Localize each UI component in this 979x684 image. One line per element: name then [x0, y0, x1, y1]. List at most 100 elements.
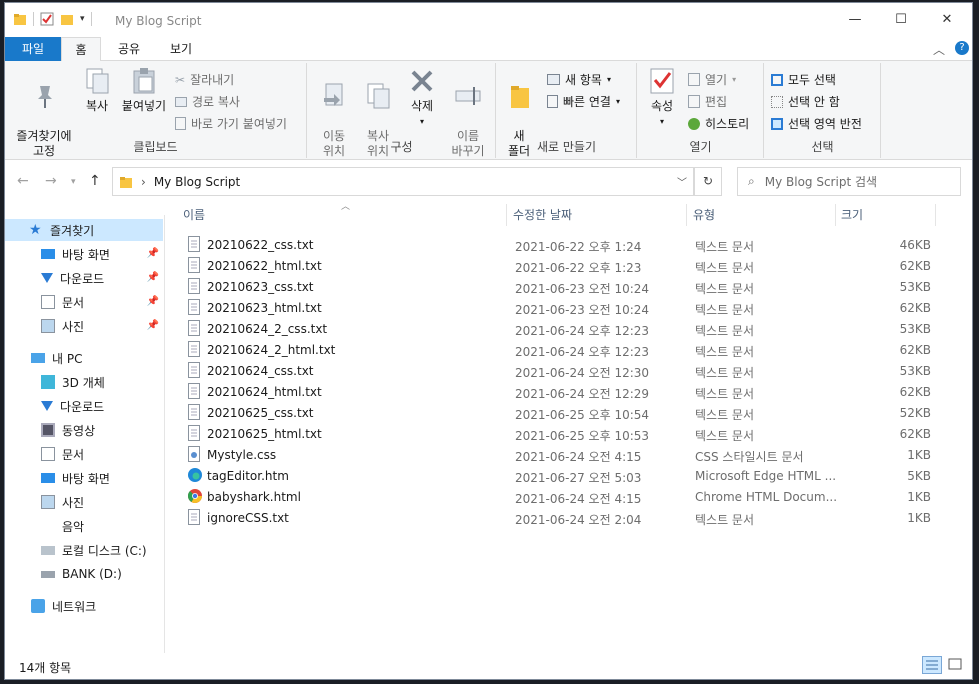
nav-item[interactable]: 다운로드: [5, 395, 163, 417]
edit-button[interactable]: 편집: [688, 93, 727, 110]
file-row[interactable]: 20210624_2_html.txt 2021-06-24 오후 12:23 텍스…: [181, 340, 941, 361]
up-button[interactable]: ↑: [89, 173, 101, 189]
paste-label: 붙여넣기: [121, 99, 167, 113]
nav-item[interactable]: 동영상: [5, 419, 163, 441]
nav-quick-access[interactable]: ★ 즐겨찾기: [5, 219, 163, 241]
new-folder-quick-icon[interactable]: [60, 12, 74, 26]
nav-label: 3D 개체: [62, 375, 105, 390]
column-divider[interactable]: [835, 204, 836, 226]
file-date: 2021-06-23 오전 10:24: [515, 303, 650, 317]
history-button[interactable]: 히스토리: [688, 115, 749, 132]
copy-path-icon: [175, 96, 187, 107]
easy-access-button[interactable]: 빠른 연결 ▾: [547, 93, 620, 110]
details-view-button[interactable]: [922, 656, 942, 674]
file-row[interactable]: 20210623_css.txt 2021-06-23 오전 10:24 텍스트 문…: [181, 277, 941, 298]
forward-button[interactable]: →: [45, 173, 57, 189]
file-date: 2021-06-25 오후 10:53: [515, 429, 650, 443]
new-item-button[interactable]: 새 항목 ▾: [547, 71, 611, 88]
file-row[interactable]: babyshark.html 2021-06-24 오전 4:15 Chrome H…: [181, 487, 941, 508]
nav-item[interactable]: 사진 📌: [5, 315, 163, 337]
move-to-icon: [324, 83, 343, 106]
file-row[interactable]: 20210624_html.txt 2021-06-24 오전 12:29 텍스트 …: [181, 382, 941, 403]
file-date: 2021-06-24 오전 4:15: [515, 450, 642, 464]
recent-locations-button[interactable]: ▾: [71, 177, 76, 187]
properties-quick-icon[interactable]: [40, 12, 54, 26]
file-size: 1KB: [907, 448, 931, 462]
nav-item[interactable]: 바탕 화면: [5, 467, 163, 489]
nav-item[interactable]: 3D 개체: [5, 371, 163, 393]
tab-home[interactable]: 홈: [61, 37, 101, 62]
invert-selection-button[interactable]: 선택 영역 반전: [771, 115, 862, 132]
file-row[interactable]: 20210624_css.txt 2021-06-24 오전 12:30 텍스트 문…: [181, 361, 941, 382]
address-dropdown-icon[interactable]: ﹀: [677, 174, 687, 189]
breadcrumb-path[interactable]: My Blog Script: [154, 175, 240, 189]
divider: [90, 12, 92, 26]
open-icon: [688, 73, 700, 86]
back-button[interactable]: ←: [17, 173, 29, 189]
copy-button[interactable]: 복사: [79, 67, 115, 114]
cut-button[interactable]: ✂ 잘라내기: [175, 71, 234, 88]
copy-path-button[interactable]: 경로 복사: [175, 93, 240, 110]
txt-file-icon: [187, 383, 201, 399]
file-name: 20210624_css.txt: [207, 364, 314, 378]
close-button[interactable]: ✕: [924, 3, 970, 37]
collapse-ribbon-icon[interactable]: ︿: [933, 41, 945, 58]
nav-item[interactable]: 문서: [5, 443, 163, 465]
nav-item[interactable]: 음악: [5, 515, 163, 537]
file-row[interactable]: ignoreCSS.txt 2021-06-24 오전 2:04 텍스트 문서 1KB: [181, 508, 941, 529]
tab-view[interactable]: 보기: [157, 37, 205, 61]
file-row[interactable]: 20210624_2_css.txt 2021-06-24 오후 12:23 텍스트…: [181, 319, 941, 340]
file-row[interactable]: Mystyle.css 2021-06-24 오전 4:15 CSS 스타일시트 문…: [181, 445, 941, 466]
column-divider[interactable]: [686, 204, 687, 226]
pin-icon: [38, 86, 52, 108]
select-group-label: 선택: [811, 140, 834, 154]
file-row[interactable]: 20210623_html.txt 2021-06-23 오전 10:24 텍스트 …: [181, 298, 941, 319]
large-icons-view-button[interactable]: [946, 656, 966, 674]
column-header-size[interactable]: 크기: [841, 201, 931, 229]
nav-item[interactable]: 다운로드 📌: [5, 267, 163, 289]
refresh-button[interactable]: ↻: [694, 167, 722, 196]
nav-item[interactable]: 바탕 화면 📌: [5, 243, 163, 265]
edge-file-icon: [187, 467, 202, 483]
address-box[interactable]: › My Blog Script ﹀: [112, 167, 694, 196]
column-header-name[interactable]: 이름: [183, 201, 503, 229]
delete-button[interactable]: 삭제 ▾: [404, 67, 440, 129]
search-box[interactable]: ⌕ My Blog Script 검색: [737, 167, 961, 196]
column-divider[interactable]: [506, 204, 507, 226]
minimize-button[interactable]: —: [832, 3, 878, 37]
tab-share[interactable]: 공유: [105, 37, 153, 61]
column-divider[interactable]: [935, 204, 936, 226]
file-row[interactable]: tagEditor.htm 2021-06-27 오전 5:03 Microsoft…: [181, 466, 941, 487]
ribbon: 즐겨찾기에 고정 복사 붙여넣기 ✂ 잘라내기 경로 복사 바로 가기 붙여넣기 …: [5, 61, 972, 160]
column-header-date[interactable]: 수정한 날짜: [513, 201, 683, 229]
new-item-label: 새 항목: [565, 73, 602, 87]
paste-shortcut-button[interactable]: 바로 가기 붙여넣기: [175, 115, 287, 132]
file-name: 20210623_css.txt: [207, 280, 314, 294]
nav-item[interactable]: 로컬 디스크 (C:): [5, 539, 163, 561]
select-all-button[interactable]: 모두 선택: [771, 71, 836, 88]
nav-network[interactable]: 네트워크: [5, 595, 163, 617]
open-button[interactable]: 열기 ▾: [688, 71, 736, 88]
maximize-button[interactable]: ☐: [878, 3, 924, 37]
nav-item[interactable]: 문서 📌: [5, 291, 163, 313]
txt-file-icon: [187, 362, 201, 378]
help-icon[interactable]: ?: [955, 41, 969, 55]
nav-item[interactable]: 사진: [5, 491, 163, 513]
customize-toolbar-icon[interactable]: ▾: [80, 14, 85, 24]
nav-item[interactable]: BANK (D:): [5, 563, 163, 585]
file-type: 텍스트 문서: [695, 429, 755, 443]
file-row[interactable]: 20210622_css.txt 2021-06-22 오후 1:24 텍스트 문서…: [181, 235, 941, 256]
paste-button[interactable]: 붙여넣기: [117, 67, 171, 114]
new-folder-icon: [511, 86, 529, 108]
paste-shortcut-label: 바로 가기 붙여넣기: [191, 117, 287, 131]
copy-icon: [86, 68, 109, 94]
file-row[interactable]: 20210625_html.txt 2021-06-25 오후 10:53 텍스트 …: [181, 424, 941, 445]
select-none-button[interactable]: 선택 안 함: [771, 93, 840, 110]
file-row[interactable]: 20210625_css.txt 2021-06-25 오후 10:54 텍스트 문…: [181, 403, 941, 424]
column-header-type[interactable]: 유형: [693, 201, 833, 229]
file-row[interactable]: 20210622_html.txt 2021-06-22 오후 1:23 텍스트 문…: [181, 256, 941, 277]
properties-button[interactable]: 속성 ▾: [644, 67, 680, 129]
window-title: My Blog Script: [115, 14, 202, 28]
tab-file[interactable]: 파일: [5, 37, 61, 61]
nav-this-pc[interactable]: 내 PC: [5, 347, 163, 369]
